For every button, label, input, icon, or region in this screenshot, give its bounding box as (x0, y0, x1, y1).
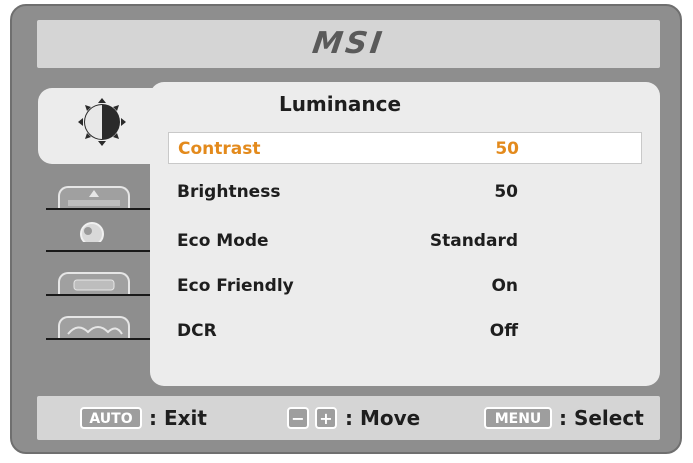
image-icon (58, 186, 130, 208)
plus-key[interactable]: + (315, 407, 337, 429)
menu-item-brightness[interactable]: Brightness 50 (168, 176, 642, 208)
hint-bar: AUTO : Exit − + : Move MENU : Select (37, 396, 660, 440)
menu-item-value: 50 (495, 139, 519, 159)
menu-item-dcr[interactable]: DCR Off (168, 315, 642, 347)
luminance-panel: Luminance Contrast 50 Brightness 50 Eco … (150, 82, 660, 386)
brand-bar: MSI (37, 20, 660, 68)
msi-logo: MSI (310, 26, 387, 61)
menu-item-eco-friendly[interactable]: Eco Friendly On (168, 270, 642, 302)
tab-color[interactable] (46, 218, 152, 252)
color-icon (58, 222, 130, 250)
menu-item-label: Eco Mode (177, 231, 269, 251)
exit-hint: : Exit (149, 406, 207, 430)
menu-item-eco-mode[interactable]: Eco Mode Standard (168, 225, 642, 257)
setting-icon (58, 316, 130, 338)
menu-item-label: Brightness (177, 182, 281, 202)
tab-image[interactable] (46, 176, 152, 210)
menu-key[interactable]: MENU (484, 407, 552, 429)
luminance-icon (76, 96, 128, 148)
tab-setting[interactable] (46, 306, 152, 340)
tab-osd[interactable] (46, 262, 152, 296)
menu-item-value: Off (489, 321, 518, 341)
menu-item-value: Standard (429, 231, 518, 251)
auto-key[interactable]: AUTO (80, 407, 142, 429)
menu-item-value: 50 (494, 182, 518, 202)
menu-item-label: DCR (177, 321, 217, 341)
tab-luminance[interactable] (38, 88, 168, 164)
osd-icon (58, 272, 130, 294)
panel-title: Luminance (278, 92, 402, 116)
menu-item-label: Contrast (178, 139, 261, 159)
minus-key[interactable]: − (287, 407, 309, 429)
menu-item-label: Eco Friendly (177, 276, 294, 296)
move-hint: : Move (345, 406, 421, 430)
select-hint: : Select (559, 406, 644, 430)
menu-item-value: On (491, 276, 518, 296)
menu-item-contrast[interactable]: Contrast 50 (168, 132, 642, 164)
